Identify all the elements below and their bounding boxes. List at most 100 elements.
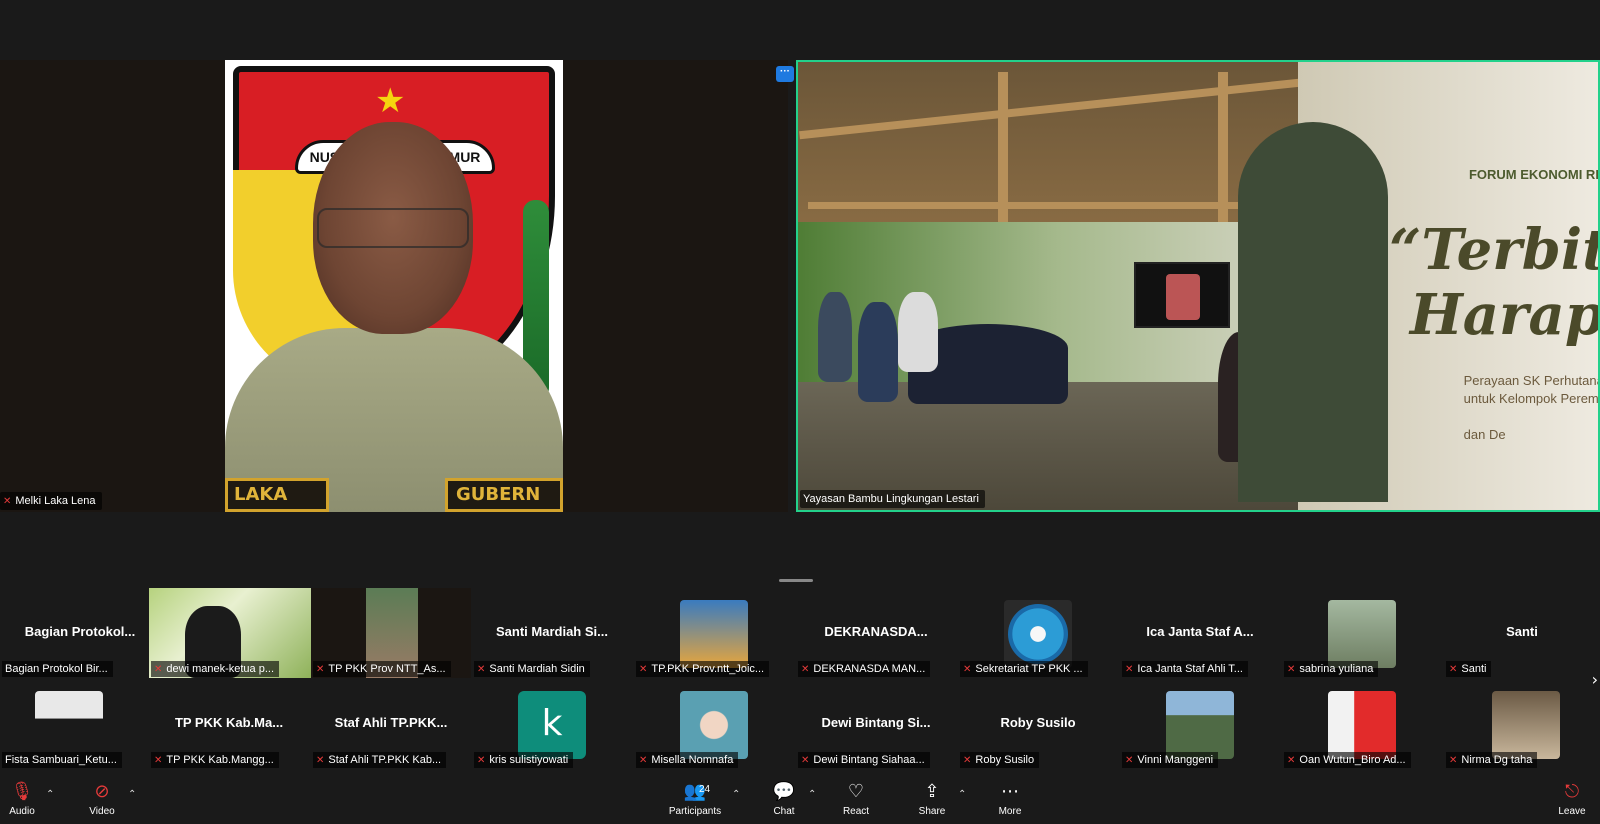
attendee-figure (858, 302, 898, 402)
gallery-tile[interactable]: Santi ✕ Santi (1444, 588, 1600, 678)
tile-name: TP PKK Prov NTT_As... (328, 663, 446, 675)
gallery-next-page-button[interactable]: › (1592, 670, 1598, 689)
video-options-caret-icon[interactable]: ⌃ (128, 789, 136, 800)
mic-muted-icon: ✕ (1287, 663, 1296, 675)
banner-heading: FORUM EKONOMI RE (1468, 167, 1600, 182)
tile-display-name: TP PKK Kab.Ma... (174, 715, 284, 730)
gallery-tile[interactable]: Roby Susilo ✕ Roby Susilo (958, 679, 1118, 769)
tile-name-label: ✕ dewi manek-ketua p... (151, 661, 280, 677)
video-label: Video (89, 806, 115, 817)
mic-muted-icon: ✕ (639, 754, 648, 766)
participants-options-caret-icon[interactable]: ⌃ (732, 789, 740, 800)
leave-button[interactable]: ⎋ Leave (1544, 780, 1600, 822)
tile-name: Misella Nomnafa (651, 754, 734, 766)
tv-screen-content (1166, 274, 1200, 320)
tile-name-label: ✕ Oan Wutun_Biro Ad... (1284, 752, 1411, 768)
tile-display-name: Santi (1506, 624, 1538, 639)
mic-muted-icon: ✕ (154, 663, 163, 675)
attendee-figure (898, 292, 938, 372)
tile-name-label: ✕ Misella Nomnafa (636, 752, 739, 768)
tile-name: TP PKK Kab.Mangg... (166, 754, 274, 766)
mic-muted-icon: ✕ (1125, 663, 1134, 675)
participant-avatar (1328, 691, 1396, 759)
tile-display-name: Santi Mardiah Si... (496, 624, 608, 639)
meeting-toolbar: 🎙 Audio ⌃ ⊘ Video ⌃ 👥 24 Participants ⌃ … (0, 776, 1600, 824)
tile-name: Santi (1461, 663, 1487, 675)
video-off-icon: ⊘ (94, 781, 110, 802)
chat-button[interactable]: 💬 Chat (754, 780, 814, 822)
tile-name: Roby Susilo (975, 754, 1035, 766)
gallery-tile[interactable]: Fista Sambuari_Ketu... (0, 679, 160, 769)
mic-muted-icon: 🎙 (10, 781, 34, 802)
gallery-tile[interactable]: ✕ Misella Nomnafa (634, 679, 794, 769)
tile-display-name: Staf Ahli TP.PKK... (334, 715, 448, 730)
gallery-resize-handle[interactable] (779, 579, 813, 582)
banner-subtitle: Perayaan SK Perhutana untuk Kelompok Per… (1463, 373, 1600, 442)
tile-name: DEKRANASDA MAN... (813, 663, 926, 675)
gallery-tile[interactable]: ✕ Nirma Dg taha (1444, 679, 1600, 769)
tile-name-label: ✕ Roby Susilo (960, 752, 1040, 768)
gallery-tile[interactable]: TP PKK Kab.Ma... ✕ TP PKK Kab.Mangg... (149, 679, 309, 769)
share-options-caret-icon[interactable]: ⌃ (958, 789, 966, 800)
tile-more-options-button[interactable]: ··· (776, 66, 794, 82)
tile-display-name: Bagian Protokol... (24, 624, 136, 639)
tile-name-label: ✕ Dewi Bintang Siahaa... (798, 752, 930, 768)
participant-avatar (35, 691, 103, 759)
participants-icon: 👥 (683, 781, 707, 802)
participants-button[interactable]: 👥 24 Participants (660, 780, 730, 822)
participant-avatar (1328, 600, 1396, 668)
tile-name: TP.PKK Prov.ntt_Joic... (651, 663, 765, 675)
video-button[interactable]: ⊘ Video (72, 780, 132, 822)
participant-name: Melki Laka Lena (15, 495, 96, 507)
tile-display-name: Roby Susilo (1000, 715, 1076, 730)
tile-name: Nirma Dg taha (1461, 754, 1533, 766)
tile-display-name: Dewi Bintang Si... (821, 715, 931, 730)
participant-avatar (1166, 691, 1234, 759)
tile-name-label: ✕ TP.PKK Prov.ntt_Joic... (636, 661, 770, 677)
gallery-tile[interactable]: Staf Ahli TP.PKK... ✕ Staf Ahli TP.PKK Ka… (311, 679, 471, 769)
mic-muted-icon: ✕ (1449, 754, 1458, 766)
gallery-tile[interactable]: ✕ TP PKK Prov NTT_As... (311, 588, 471, 678)
tile-name: Sekretariat TP PKK ... (975, 663, 1083, 675)
tile-name: Staf Ahli TP.PKK Kab... (328, 754, 442, 766)
gallery-tile[interactable]: Ica Janta Staf A... ✕ Ica Janta Staf Ahli… (1120, 588, 1280, 678)
tile-name-label: ✕ Ica Janta Staf Ahli T... (1122, 661, 1248, 677)
gallery-tile[interactable]: ✕ Oan Wutun_Biro Ad... (1282, 679, 1442, 769)
tile-name: Fista Sambuari_Ketu... (5, 754, 117, 766)
tile-name-label: ✕ DEKRANASDA MAN... (798, 661, 931, 677)
mic-muted-icon: ✕ (477, 754, 486, 766)
share-button[interactable]: ⇪ Share (902, 780, 962, 822)
mic-muted-icon: ✕ (963, 663, 972, 675)
more-button[interactable]: ⋯ More (980, 780, 1040, 822)
heart-icon: ♡ (847, 781, 865, 802)
tile-name-label: ✕ Sekretariat TP PKK ... (960, 661, 1088, 677)
gallery-tile[interactable]: DEKRANASDA... ✕ DEKRANASDA MAN... (796, 588, 956, 678)
participant-name: Yayasan Bambu Lingkungan Lestari (803, 493, 979, 505)
gallery-tile[interactable]: ✕ dewi manek-ketua p... (149, 588, 311, 678)
gallery-tile[interactable]: ✕ TP.PKK Prov.ntt_Joic... (634, 588, 794, 678)
gallery-tile[interactable]: ✕ sabrina yuliana (1282, 588, 1442, 678)
chat-bubble-icon: 💬 (772, 781, 796, 802)
video-tile-yayasan-active-speaker[interactable]: FORUM EKONOMI RE “Terbit Harap Perayaan … (796, 60, 1600, 512)
participant-avatar (1004, 600, 1072, 668)
gallery-tile[interactable]: k ✕ kris sulistiyowati (472, 679, 632, 769)
banner-big-text-2: Harap (1409, 282, 1600, 348)
leave-door-icon: ⎋ (1564, 781, 1580, 802)
react-label: React (842, 806, 870, 817)
gallery-tile[interactable]: Bagian Protokol... Bagian Protokol Bir..… (0, 588, 160, 678)
chat-options-caret-icon[interactable]: ⌃ (808, 789, 816, 800)
participant-avatar (1492, 691, 1560, 759)
gallery-tile[interactable]: Dewi Bintang Si... ✕ Dewi Bintang Siahaa.… (796, 679, 956, 769)
video-tile-melki[interactable]: ★ NUSA TENGGARA TIMUR LAKA LENA GUBERN ✕… (0, 60, 788, 512)
react-button[interactable]: ♡ React (826, 780, 886, 822)
gallery-tile[interactable]: ✕ Sekretariat TP PKK ... (958, 588, 1118, 678)
audio-button[interactable]: 🎙 Audio (0, 780, 52, 822)
gallery-tile[interactable]: ✕ Vinni Manggeni (1120, 679, 1280, 769)
audio-options-caret-icon[interactable]: ⌃ (46, 789, 54, 800)
tile-name: Bagian Protokol Bir... (5, 663, 108, 675)
gallery-tile[interactable]: Santi Mardiah Si... ✕ Santi Mardiah Sidin (472, 588, 632, 678)
mic-muted-icon: ✕ (801, 754, 810, 766)
audio-label: Audio (9, 806, 35, 817)
mic-muted-icon: ✕ (3, 495, 12, 507)
tile-name: Ica Janta Staf Ahli T... (1137, 663, 1243, 675)
